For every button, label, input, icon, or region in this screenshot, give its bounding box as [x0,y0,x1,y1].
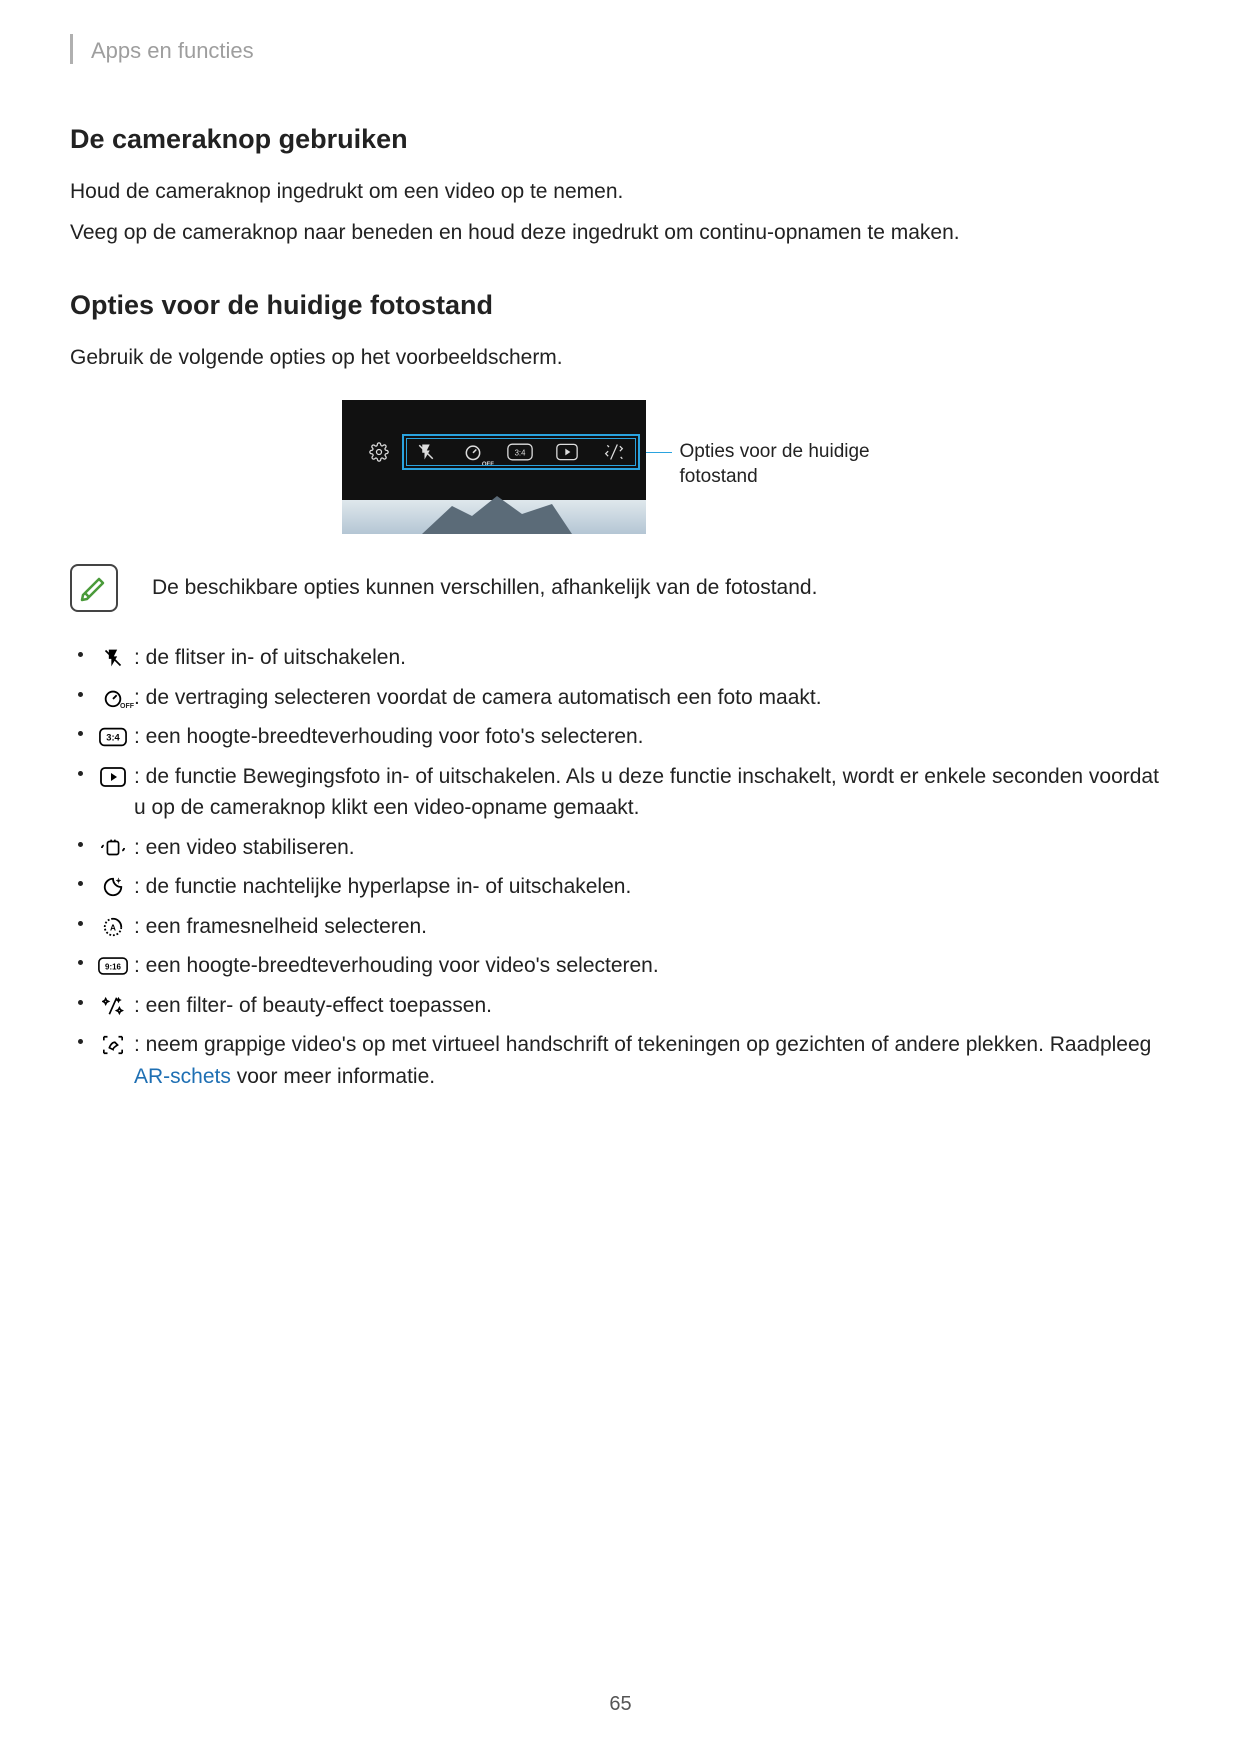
svg-text:9:16: 9:16 [105,963,121,972]
section-title-camera-button: De cameraknop gebruiken [70,124,1171,155]
timer-off-icon: OFF [98,685,128,711]
ratio-9-16-icon: 9:16 [98,953,128,979]
camera-preview-figure: OFF 3:4 [70,400,1171,534]
option-ratio-3-4: 3:4 : een hoogte-breedteverhouding voor … [98,721,1171,753]
gear-icon [366,439,392,465]
motion-photo-icon [98,764,128,790]
callout-leader-line [644,452,672,453]
ar-doodle-icon [98,1032,128,1058]
svg-text:3:4: 3:4 [106,733,120,743]
flash-off-icon [98,645,128,671]
section-title-options: Opties voor de huidige fotostand [70,290,1171,321]
callout-label: Opties voor de huidige fotostand [680,440,900,489]
option-stabilize: : een video stabiliseren. [98,832,1171,864]
breadcrumb: Apps en functies [91,38,254,64]
option-filter: : een filter- of beauty-effect toepassen… [98,990,1171,1022]
option-ar-doodle: : neem grappige video's op met virtueel … [98,1029,1171,1092]
option-night-hyperlapse: : de functie nachtelijke hyperlapse in- … [98,871,1171,903]
section2-intro: Gebruik de volgende opties op het voorbe… [70,343,1171,372]
section1-paragraph-2: Veeg op de cameraknop naar beneden en ho… [70,218,1171,247]
mountain-shape [422,494,572,534]
svg-text:A: A [110,923,116,932]
camera-preview: OFF 3:4 [342,400,646,534]
framerate-icon: A [98,914,128,940]
night-hyperlapse-icon [98,874,128,900]
options-list: : de flitser in- of uitschakelen. OFF : … [70,642,1171,1092]
page-header: Apps en functies [70,38,1171,64]
options-highlight-box [402,434,640,470]
filter-effects-icon [98,993,128,1019]
option-motion-photo: : de functie Bewegingsfoto in- of uitsch… [98,761,1171,824]
note-block: De beschikbare opties kunnen verschillen… [70,564,1171,612]
page-number: 65 [0,1693,1241,1716]
ar-schets-link[interactable]: AR-schets [134,1065,231,1088]
option-timer: OFF : de vertraging selecteren voordat d… [98,682,1171,714]
option-ratio-9-16: 9:16 : een hoogte-breedteverhouding voor… [98,950,1171,982]
note-text: De beschikbare opties kunnen verschillen… [152,576,817,600]
stabilize-icon [98,835,128,861]
note-icon [70,564,118,612]
ratio-3-4-icon: 3:4 [98,724,128,750]
section1-paragraph-1: Houd de cameraknop ingedrukt om een vide… [70,177,1171,206]
option-flash: : de flitser in- of uitschakelen. [98,642,1171,674]
option-framerate: A : een framesnelheid selecteren. [98,911,1171,943]
header-accent-bar [70,34,73,64]
